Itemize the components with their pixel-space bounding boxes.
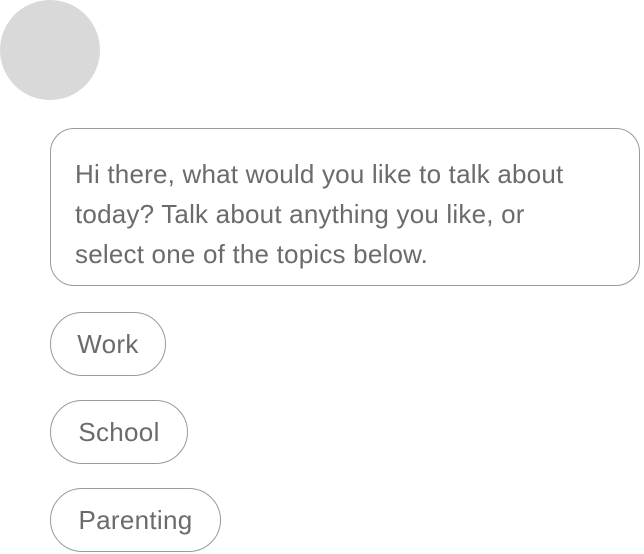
topic-chip-school[interactable]: School xyxy=(50,400,188,464)
avatar xyxy=(0,0,100,100)
message-text: Hi there, what would you like to talk ab… xyxy=(75,159,564,269)
topic-chip-work[interactable]: Work xyxy=(50,312,166,376)
topic-chip-parenting[interactable]: Parenting xyxy=(50,488,221,552)
message-bubble: Hi there, what would you like to talk ab… xyxy=(50,128,640,286)
